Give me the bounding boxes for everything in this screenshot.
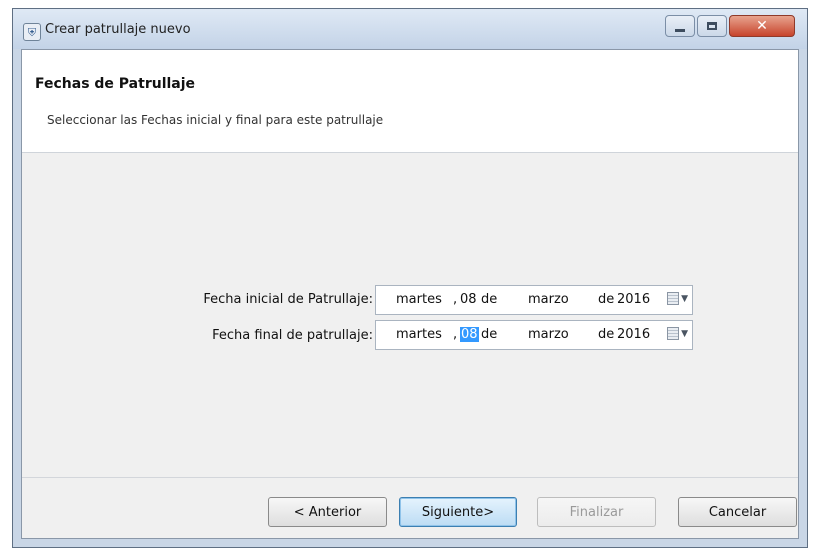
start-de-1: de bbox=[481, 292, 498, 307]
page-subtitle: Seleccionar las Fechas inicial y final p… bbox=[47, 113, 384, 127]
cancel-button[interactable]: Cancelar bbox=[678, 497, 797, 527]
wizard-content: Fechas de Patrullaje Seleccionar las Fec… bbox=[21, 49, 799, 539]
start-year[interactable]: 2016 bbox=[617, 292, 650, 307]
finish-button[interactable]: Finalizar bbox=[537, 497, 656, 527]
start-calendar-button[interactable]: ▼ bbox=[667, 292, 688, 305]
close-button[interactable]: ✕ bbox=[729, 15, 795, 37]
start-weekday[interactable]: martes bbox=[396, 292, 442, 307]
minimize-icon bbox=[675, 28, 685, 32]
end-de-1: de bbox=[481, 327, 498, 342]
start-de-2: de bbox=[598, 292, 615, 307]
title-bar[interactable]: ⛨ Crear patrullaje nuevo ✕ bbox=[13, 9, 807, 49]
minimize-button[interactable] bbox=[665, 15, 695, 37]
maximize-icon bbox=[707, 22, 717, 30]
calendar-icon bbox=[667, 327, 680, 340]
end-year[interactable]: 2016 bbox=[617, 327, 650, 342]
end-date-picker[interactable]: martes , 08 de marzo de 2016 ▼ bbox=[375, 320, 693, 350]
wizard-window: ⛨ Crear patrullaje nuevo ✕ Fechas de Pat… bbox=[12, 8, 808, 548]
end-calendar-button[interactable]: ▼ bbox=[667, 327, 688, 340]
chevron-down-icon: ▼ bbox=[681, 293, 688, 304]
end-month[interactable]: marzo bbox=[528, 327, 569, 342]
previous-button[interactable]: < Anterior bbox=[268, 497, 387, 527]
start-separator: , bbox=[453, 292, 458, 307]
end-date-label: Fecha final de patrullaje: bbox=[212, 328, 373, 343]
start-day[interactable]: 08 bbox=[460, 292, 477, 307]
footer-divider bbox=[22, 477, 798, 478]
window-title: Crear patrullaje nuevo bbox=[45, 22, 191, 37]
end-separator: , bbox=[453, 327, 458, 342]
start-month[interactable]: marzo bbox=[528, 292, 569, 307]
end-de-2: de bbox=[598, 327, 615, 342]
start-date-label: Fecha inicial de Patrullaje: bbox=[203, 292, 373, 307]
end-weekday[interactable]: martes bbox=[396, 327, 442, 342]
calendar-icon bbox=[667, 292, 680, 305]
end-day[interactable]: 08 bbox=[460, 327, 479, 342]
start-date-picker[interactable]: martes , 08 de marzo de 2016 ▼ bbox=[375, 285, 693, 315]
app-icon: ⛨ bbox=[23, 23, 41, 41]
maximize-button[interactable] bbox=[697, 15, 727, 37]
close-icon: ✕ bbox=[756, 18, 768, 34]
next-button[interactable]: Siguiente> bbox=[399, 497, 517, 527]
wizard-header: Fechas de Patrullaje Seleccionar las Fec… bbox=[22, 50, 798, 153]
chevron-down-icon: ▼ bbox=[681, 328, 688, 339]
page-title: Fechas de Patrullaje bbox=[35, 76, 196, 92]
